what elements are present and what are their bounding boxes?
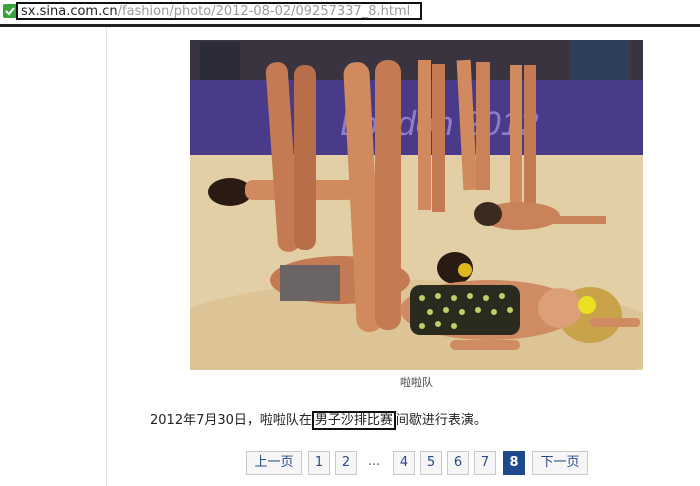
page-5-button[interactable]: 5 — [420, 451, 442, 475]
page-7-button[interactable]: 7 — [474, 451, 496, 475]
photo-description: 2012年7月30日，啦啦队在 男子沙排比赛 间歇进行表演。 — [150, 409, 487, 430]
page-6-button[interactable]: 6 — [447, 451, 469, 475]
article-photo[interactable]: London 2012 — [190, 40, 643, 370]
sidebar-divider — [106, 27, 107, 486]
prev-page-button[interactable]: 上一页 — [246, 451, 302, 475]
photo-caption: 啦啦队 — [400, 376, 433, 389]
url-field[interactable]: sx.sina.com.cn/fashion/photo/2012-08-02/… — [16, 2, 422, 20]
desc-text-after: 间歇进行表演。 — [395, 413, 487, 428]
address-bar[interactable]: sx.sina.com.cn/fashion/photo/2012-08-02/… — [0, 0, 700, 24]
page-2-button[interactable]: 2 — [335, 451, 357, 475]
page-4-button[interactable]: 4 — [393, 451, 415, 475]
page-8-button-current[interactable]: 8 — [503, 451, 525, 475]
page-ellipsis: ... — [367, 454, 381, 469]
header-divider — [0, 24, 700, 27]
cheerleaders-photo: London 2012 — [190, 40, 643, 370]
page-1-button[interactable]: 1 — [308, 451, 330, 475]
next-page-button[interactable]: 下一页 — [532, 451, 588, 475]
desc-highlight: 男子沙排比赛 — [311, 411, 396, 430]
desc-text-before: 2012年7月30日，啦啦队在 — [150, 413, 312, 428]
url-path: /fashion/photo/2012-08-02/09257337_8.htm… — [117, 4, 411, 19]
url-domain: sx.sina.com.cn — [21, 4, 118, 19]
secure-check-icon — [3, 4, 17, 18]
